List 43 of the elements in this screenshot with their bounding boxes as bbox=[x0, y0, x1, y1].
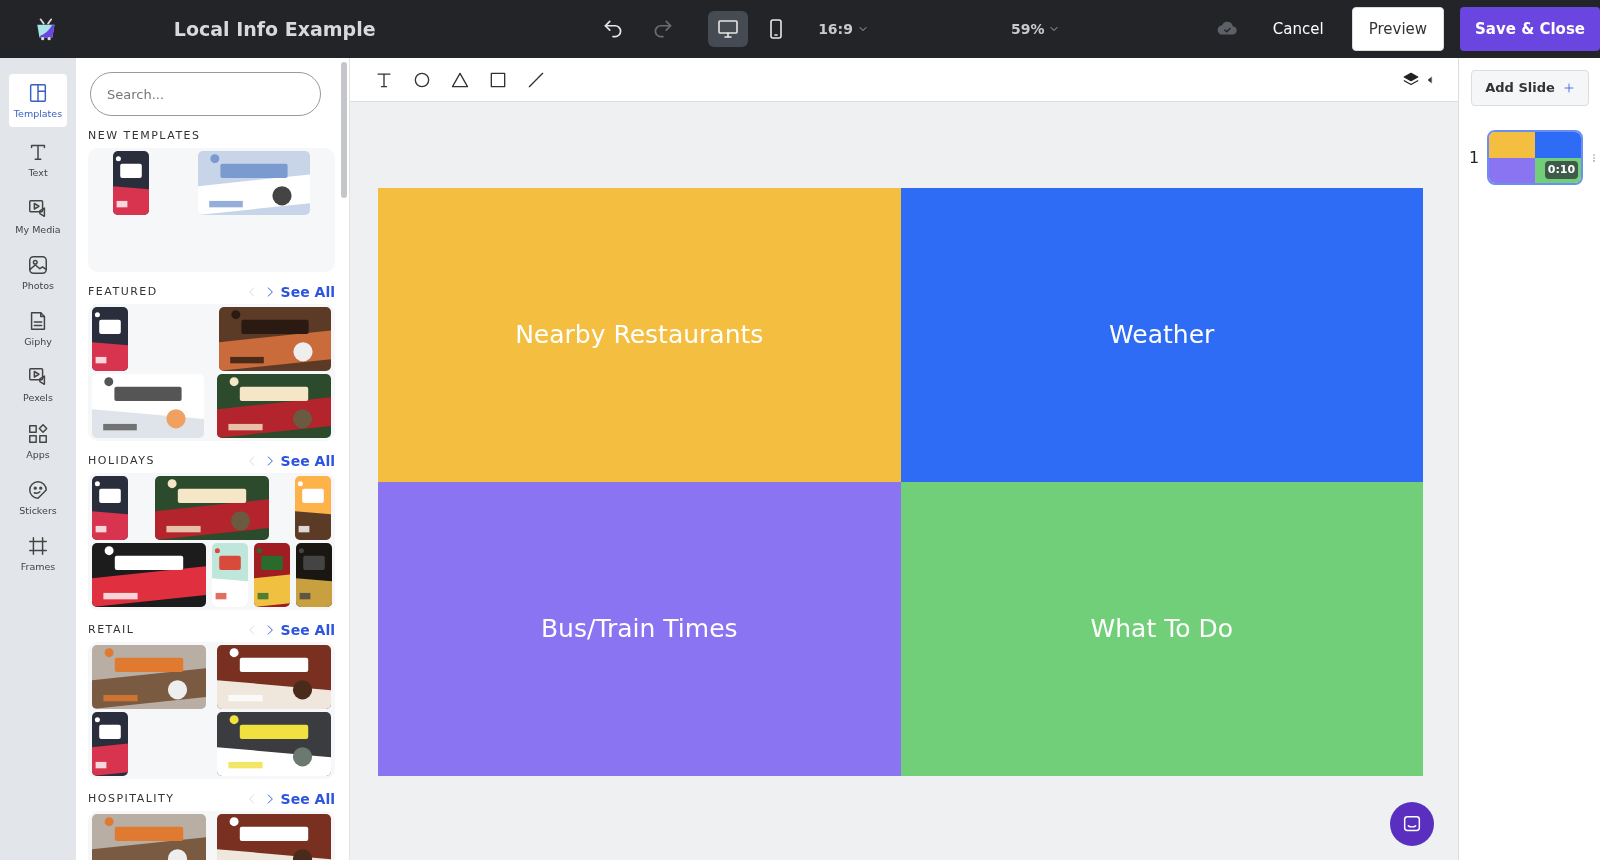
sticker-icon bbox=[27, 478, 49, 501]
section-heading: FEATURED bbox=[88, 283, 158, 300]
sidebar-tab[interactable]: Photos bbox=[9, 245, 67, 299]
preview-button[interactable]: Preview bbox=[1351, 7, 1445, 51]
section-heading: HOLIDAYS bbox=[88, 452, 155, 469]
tile-label: What To Do bbox=[1090, 613, 1233, 646]
sidebar-tab[interactable]: Apps bbox=[9, 414, 67, 468]
see-all-link[interactable]: See All bbox=[280, 788, 335, 810]
sidebar-tab[interactable]: Giphy bbox=[9, 302, 67, 356]
caret-left-icon[interactable] bbox=[1426, 75, 1434, 84]
sidebar-tab[interactable]: Stickers bbox=[9, 470, 67, 524]
templates-icon bbox=[27, 82, 49, 104]
desktop-button[interactable] bbox=[708, 11, 749, 47]
section-heading: NEW TEMPLATES bbox=[88, 127, 201, 144]
cancel-button[interactable]: Cancel bbox=[1266, 16, 1330, 42]
slide-number: 1 bbox=[1469, 146, 1480, 169]
sidebar-tab[interactable]: Pexels bbox=[9, 358, 67, 412]
tile-label: Nearby Restaurants bbox=[515, 319, 764, 352]
monitor-icon bbox=[716, 17, 741, 41]
sidebar-tab[interactable]: My Media bbox=[9, 189, 67, 243]
search-field[interactable]: Search... bbox=[90, 72, 321, 116]
see-all-link[interactable]: See All bbox=[280, 281, 335, 303]
add-slide-button[interactable]: Add Slide bbox=[1471, 70, 1589, 106]
section-heading: HOSPITALITY bbox=[88, 790, 175, 807]
see-all-link[interactable]: See All bbox=[280, 450, 335, 472]
slide-thumbnail[interactable]: 0:10 bbox=[1487, 130, 1584, 185]
chat-button[interactable] bbox=[1390, 802, 1434, 846]
scrollbar-thumb[interactable] bbox=[341, 62, 347, 198]
zoom-dropdown[interactable]: 59% bbox=[1004, 17, 1067, 41]
tile-label: Weather bbox=[1109, 319, 1215, 352]
aspect-dropdown[interactable]: 16:9 bbox=[812, 17, 875, 41]
sidebar-tab[interactable]: Frames bbox=[9, 527, 67, 581]
see-all-link[interactable]: See All bbox=[280, 619, 335, 641]
plus-icon bbox=[1562, 82, 1575, 94]
save-close-button[interactable]: Save & Close bbox=[1460, 7, 1600, 51]
apps-icon bbox=[27, 422, 49, 445]
sidebar-tab[interactable]: Templates bbox=[9, 74, 67, 128]
frame-icon bbox=[27, 535, 49, 557]
document-title: Local Info Example bbox=[173, 16, 377, 42]
image-icon bbox=[27, 253, 49, 276]
tile-label: Bus/Train Times bbox=[540, 613, 738, 646]
section-heading: RETAIL bbox=[88, 621, 135, 638]
sidebar-tab[interactable]: Text bbox=[9, 133, 67, 187]
